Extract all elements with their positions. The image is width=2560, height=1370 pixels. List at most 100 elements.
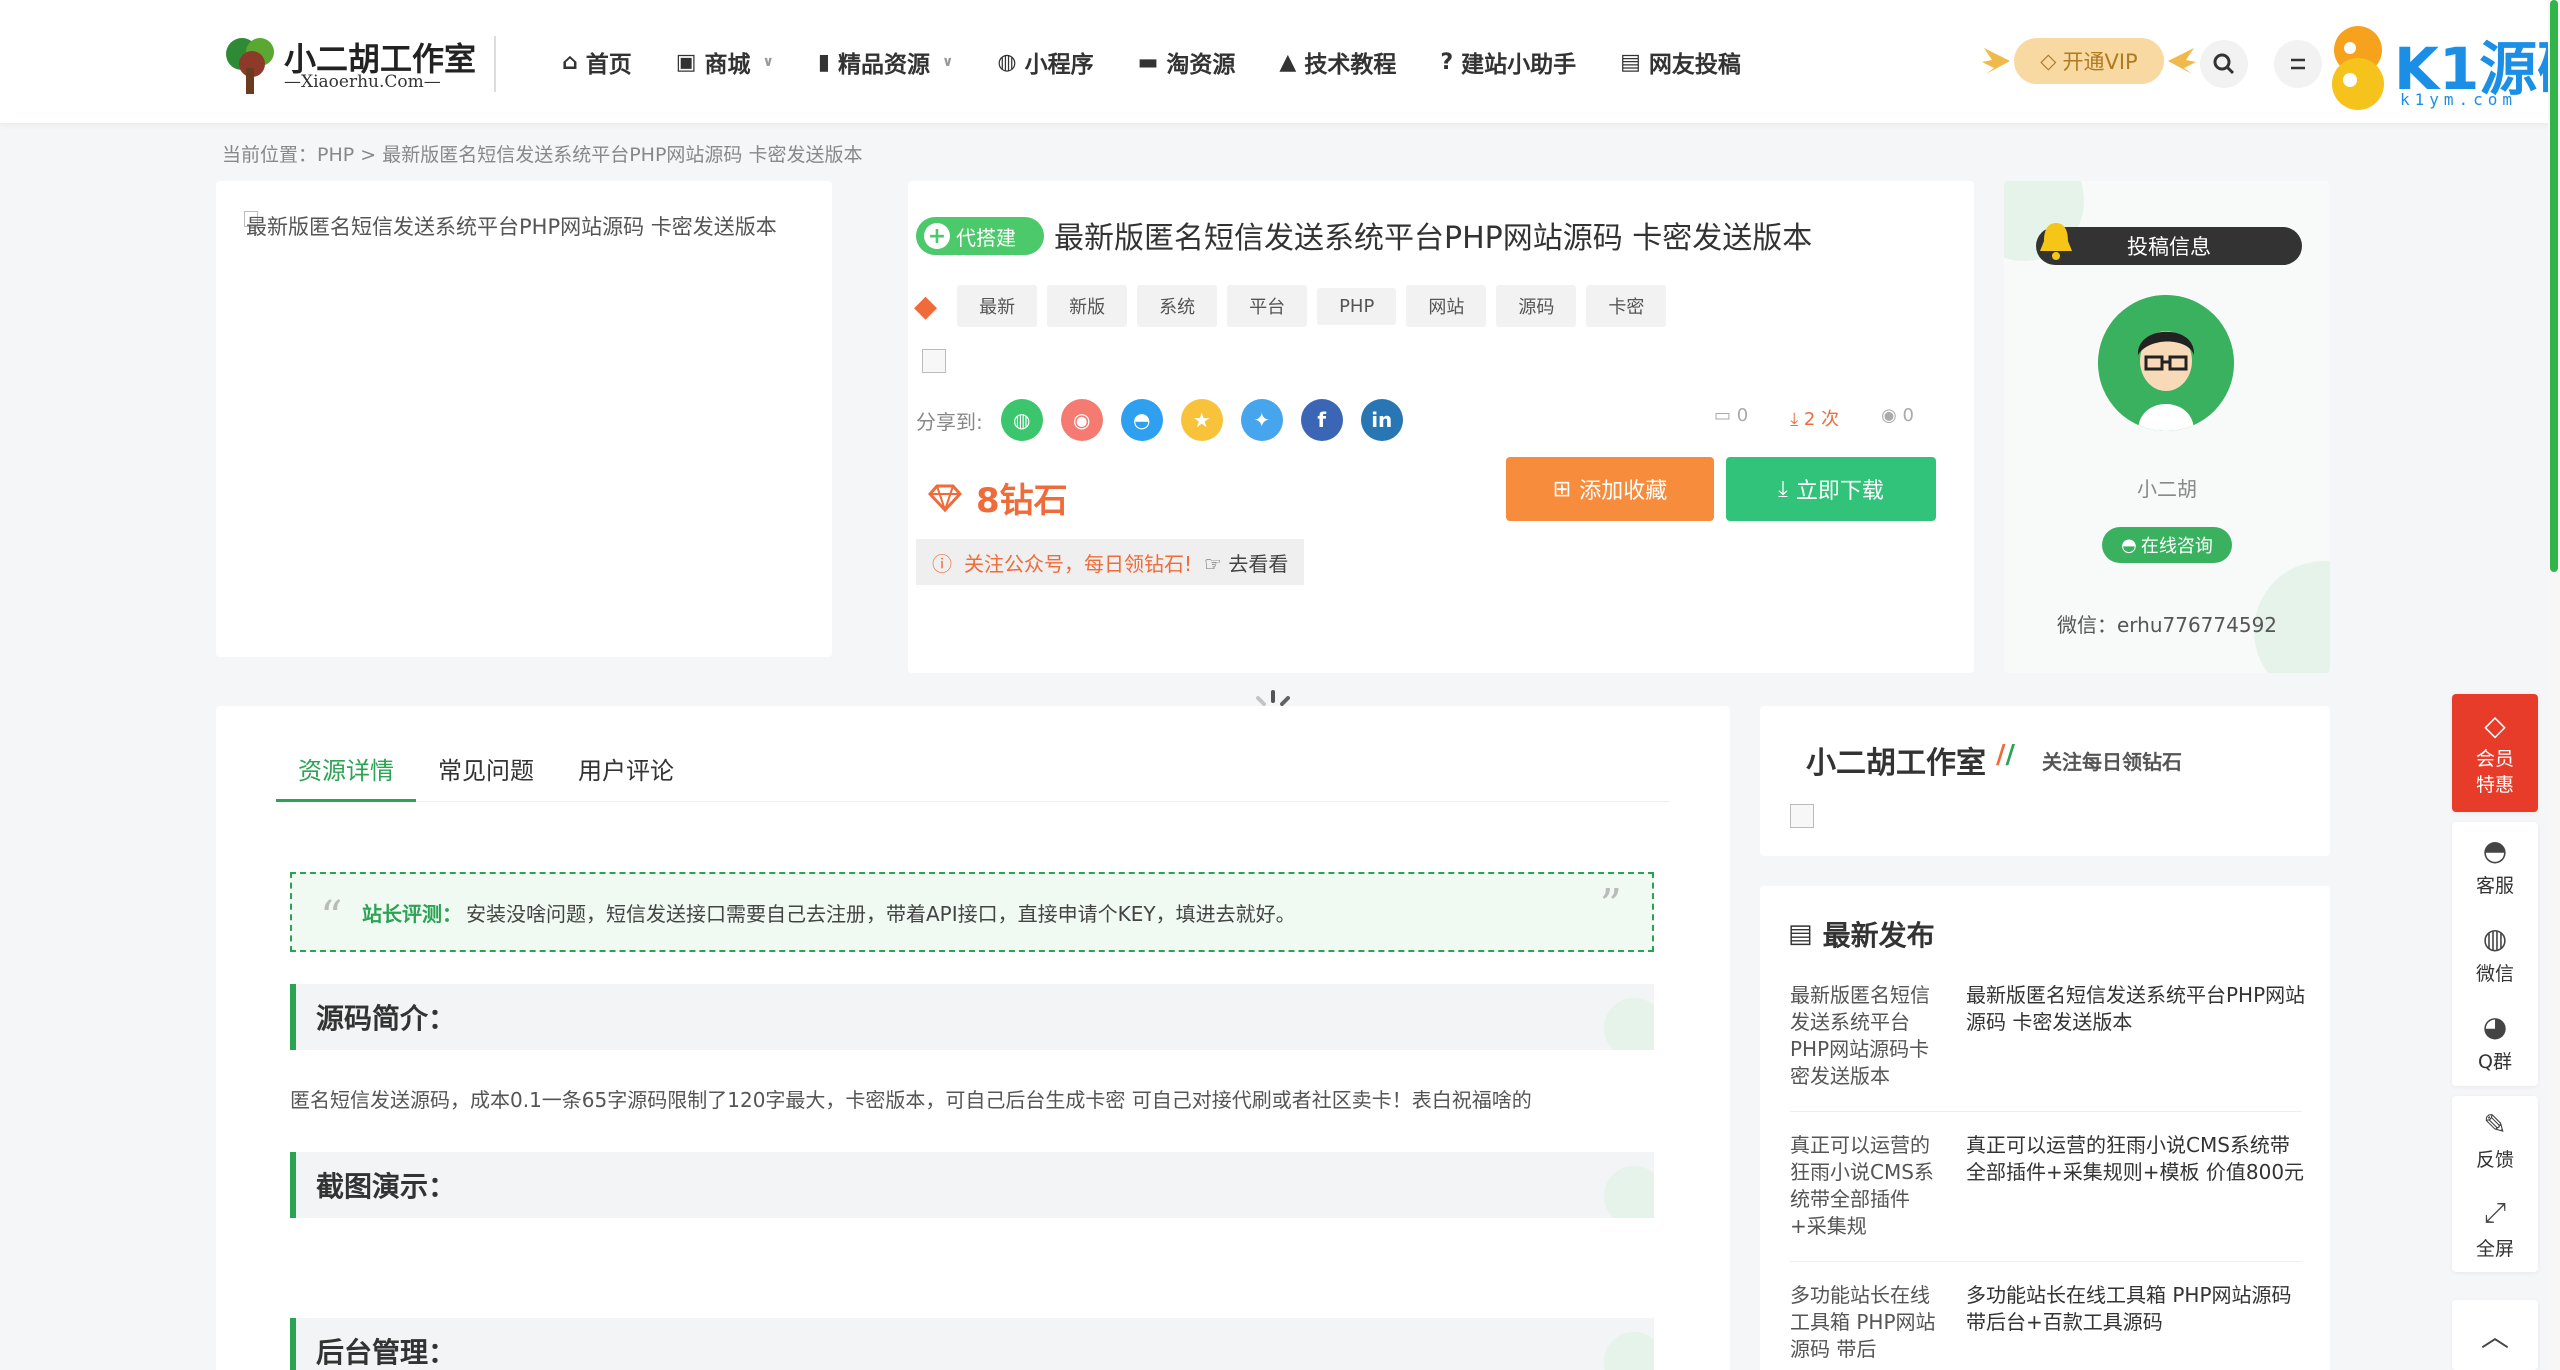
- float-qq-button[interactable]: ◓ 客服: [2452, 822, 2538, 910]
- download-count-value: 2 次: [1803, 409, 1840, 430]
- share-wechat-button[interactable]: ◍: [1000, 399, 1043, 441]
- tag-item[interactable]: 新版: [1047, 285, 1128, 327]
- author-name: 小二胡: [2137, 477, 2197, 501]
- post-title[interactable]: 最新版匿名短信发送系统平台PHP网站源码 卡密发送版本: [1966, 982, 2306, 1036]
- shopping-bag-icon: ▮: [817, 49, 831, 75]
- nav-item-1[interactable]: ▣ 商城 ∨: [654, 45, 796, 79]
- k1-mascot-icon: [2332, 26, 2384, 110]
- post-title[interactable]: 真正可以运营的狂雨小说CMS系统带全部插件+采集规则+模板 价值800元: [1966, 1132, 2306, 1186]
- broken-image-icon: [1790, 804, 1814, 828]
- share-linkedin-button[interactable]: in: [1360, 399, 1403, 441]
- post-thumbnail[interactable]: 真正可以运营的狂雨小说CMS系统带全部插件+采集规: [1790, 1132, 1946, 1240]
- search-button[interactable]: [2200, 40, 2248, 88]
- service-badge[interactable]: + 代搭建: [916, 217, 1044, 255]
- notice-text: 关注公众号，每日领钻石!: [964, 551, 1193, 576]
- float-label: 客服: [2475, 875, 2514, 897]
- float-edit-button[interactable]: ✎ 反馈: [2452, 1096, 2538, 1184]
- float-expand-button[interactable]: ⤢ 全屏: [2452, 1184, 2538, 1272]
- tag-item[interactable]: 卡密: [1586, 285, 1667, 327]
- follow-notice: ⓘ 关注公众号，每日领钻石! ☞ 去看看: [916, 539, 1305, 585]
- tab-2[interactable]: 用户评论: [556, 746, 696, 802]
- linkedin-icon: in: [1371, 408, 1393, 432]
- share-qzone-button[interactable]: ★: [1180, 399, 1223, 441]
- resource-detail: 资源详情 常见问题 用户评论 “ 站长评测： 安装没啥问题，短信发送接口需要自己去注…: [216, 706, 1730, 1370]
- price: 8钻石: [928, 473, 1068, 522]
- nav-item-6[interactable]: ? 建站小助手: [1418, 45, 1598, 79]
- online-consult-button[interactable]: ◓ 在线咨询: [2102, 527, 2232, 563]
- back-to-top-button[interactable]: ︿: [2452, 1300, 2538, 1370]
- tag-item[interactable]: 网站: [1406, 285, 1487, 327]
- latest-posts-title: 最新发布: [1822, 919, 1935, 952]
- nav-item-label: 网友投稿: [1648, 52, 1741, 78]
- download-button[interactable]: ⤓ 立即下载: [1726, 457, 1936, 521]
- tag-item[interactable]: 源码: [1496, 285, 1577, 327]
- post-thumbnail[interactable]: 最新版匿名短信发送系统平台PHP网站源码卡密发送版本: [1790, 982, 1946, 1090]
- tag-item[interactable]: 平台: [1227, 285, 1308, 327]
- decor-circle: [1604, 1166, 1654, 1218]
- logo-subtitle: —Xiaoerhu.Com—: [284, 72, 441, 92]
- resource-title: 最新版匿名短信发送系统平台PHP网站源码 卡密发送版本: [1054, 221, 1813, 256]
- broken-image-icon: [922, 349, 946, 373]
- resource-stats: ▭ 0 ⤓ 2 次 ◉ 0: [1714, 405, 1914, 431]
- latest-posts-widget: ▤ 最新发布 最新版匿名短信发送系统平台PHP网站源码卡密发送版本 最新版匿名短信…: [1760, 886, 2330, 1370]
- nav-item-label: 小程序: [1024, 52, 1094, 78]
- add-favorite-label: 添加收藏: [1579, 479, 1668, 504]
- nav-item-7[interactable]: ▤ 网友投稿: [1598, 45, 1763, 79]
- menu-button[interactable]: [2274, 40, 2322, 88]
- tab-1[interactable]: 常见问题: [416, 746, 556, 802]
- avatar[interactable]: [2098, 295, 2234, 431]
- nav-item-5[interactable]: ▲ 技术教程: [1257, 45, 1418, 79]
- tab-0[interactable]: 资源详情: [276, 746, 416, 802]
- slash-decor: //: [1996, 740, 2015, 770]
- add-favorite-button[interactable]: ⊞ 添加收藏: [1506, 457, 1714, 521]
- nav-item-0[interactable]: ⌂ 首页: [540, 45, 654, 79]
- nav-item-label: 商城: [704, 52, 751, 78]
- qzone-icon: ★: [1192, 408, 1211, 432]
- member-discount-button[interactable]: ◇ 会员特惠: [2452, 694, 2538, 812]
- share-facebook-button[interactable]: f: [1300, 399, 1343, 441]
- nav-item-3[interactable]: ◍ 小程序: [975, 45, 1115, 79]
- share-twitter-button[interactable]: ✦: [1240, 399, 1283, 441]
- post-title[interactable]: 多功能站长在线工具箱 PHP网站源码 带后台+百款工具源码: [1966, 1282, 2306, 1336]
- latest-posts-header: ▤ 最新发布: [1788, 914, 1935, 954]
- share-weibo-button[interactable]: ◉: [1060, 399, 1103, 441]
- section-heading-admin: 后台管理：: [290, 1318, 1654, 1370]
- section-heading-text: 截图演示：: [316, 1170, 457, 1203]
- tag-item[interactable]: 最新: [957, 285, 1038, 327]
- k1-logo-domain: k1ym.com: [2400, 90, 2518, 109]
- member-discount-item: ◇ 会员特惠: [2452, 694, 2538, 812]
- float-wechat-button[interactable]: ◍ 微信: [2452, 910, 2538, 998]
- nav-item-4[interactable]: ▬ 淘资源: [1116, 45, 1258, 79]
- site-logo[interactable]: 小二胡工作室 —Xiaoerhu.Com—: [222, 30, 476, 100]
- comment-icon: ▭: [1714, 405, 1737, 426]
- nav-item-label: 淘资源: [1166, 52, 1236, 78]
- qq-icon: ◓: [2482, 834, 2508, 867]
- post-thumbnail[interactable]: 多功能站长在线工具箱 PHP网站源码 带后: [1790, 1282, 1946, 1363]
- tag-item[interactable]: PHP: [1317, 287, 1397, 325]
- scrollbar-thumb[interactable]: [2550, 0, 2558, 572]
- thumbs-up-icon: ☞: [1204, 551, 1229, 576]
- search-icon: [2213, 53, 2235, 75]
- open-vip-button[interactable]: ◇ 开通VIP: [2014, 38, 2164, 84]
- go-see-link[interactable]: ☞ 去看看: [1204, 548, 1288, 577]
- share-qq-button[interactable]: ◓: [1120, 399, 1163, 441]
- nav-item-label: 技术教程: [1304, 52, 1397, 78]
- price-value: 8钻石: [976, 481, 1068, 521]
- chevron-up-icon: ︿: [2480, 1320, 2509, 1353]
- post-item[interactable]: 最新版匿名短信发送系统平台PHP网站源码卡密发送版本 最新版匿名短信发送系统平台P…: [1790, 982, 2305, 1112]
- post-item[interactable]: 真正可以运营的狂雨小说CMS系统带全部插件+采集规 真正可以运营的狂雨小说CMS系…: [1790, 1132, 2304, 1262]
- home-icon: ⌂: [562, 49, 578, 75]
- share-bar: 分享到: ◍ ◉ ◓ ★ ✦ f in: [916, 399, 1403, 441]
- expand-icon: ⤢: [2483, 1195, 2507, 1229]
- float-users-button[interactable]: ◕ Q群: [2452, 998, 2538, 1086]
- tag-item[interactable]: 系统: [1137, 285, 1218, 327]
- tag-list: ◆ 最新 新版 系统 平台 PHP 网站 源码 卡密: [914, 285, 1667, 327]
- post-item[interactable]: 多功能站长在线工具箱 PHP网站源码 带后 多功能站长在线工具箱 PHP网站源码 …: [1790, 1282, 2302, 1370]
- resource-thumbnail: 最新版匿名短信发送系统平台PHP网站源码 卡密发送版本: [216, 181, 832, 657]
- plus-square-icon: ⊞: [1552, 476, 1572, 502]
- open-vip-label: 开通VIP: [2062, 50, 2138, 74]
- tools-float-group: ✎ 反馈 ⤢ 全屏: [2452, 1096, 2538, 1272]
- share-label: 分享到:: [916, 409, 983, 434]
- scrollbar[interactable]: [2548, 0, 2560, 1370]
- nav-item-2[interactable]: ▮ 精品资源 ∨: [796, 45, 975, 79]
